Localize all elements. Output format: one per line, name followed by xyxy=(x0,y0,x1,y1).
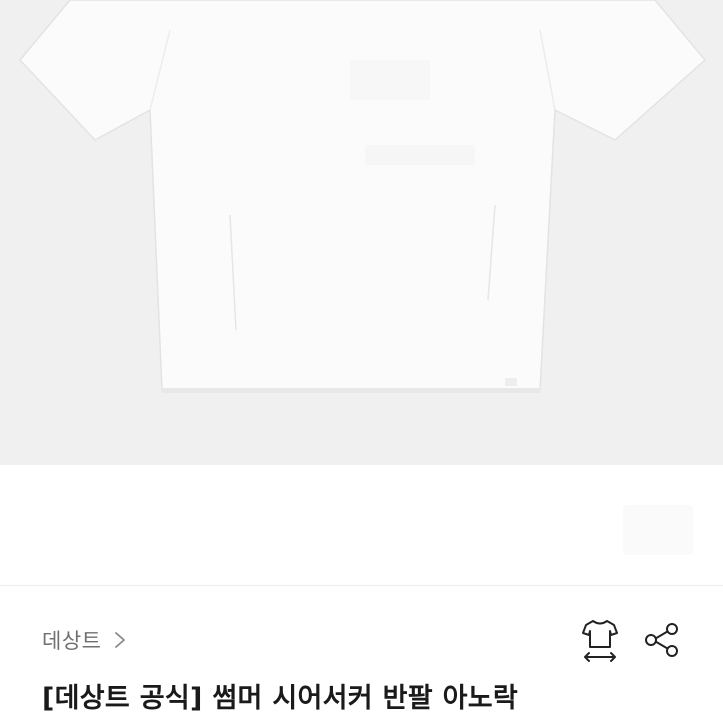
product-detail-page: 데상트 [데상트 공식] 썸머 시어서커 반팔 아노락 xyxy=(0,0,723,723)
product-title: [데상트 공식] 썸머 시어서커 반팔 아노락 xyxy=(42,683,519,714)
size-guide-button[interactable] xyxy=(578,618,622,666)
brand-name: 데상트 xyxy=(42,629,102,653)
product-image[interactable] xyxy=(0,0,723,465)
thumbnail-placeholder xyxy=(623,505,693,555)
share-icon xyxy=(642,620,682,664)
share-button[interactable] xyxy=(640,618,684,666)
tshirt-size-icon xyxy=(580,617,620,667)
tshirt-illustration xyxy=(18,0,707,393)
chevron-right-icon xyxy=(113,630,127,650)
divider xyxy=(0,585,723,586)
brand-link[interactable]: 데상트 xyxy=(42,622,127,658)
image-gallery-spacer xyxy=(0,465,723,585)
